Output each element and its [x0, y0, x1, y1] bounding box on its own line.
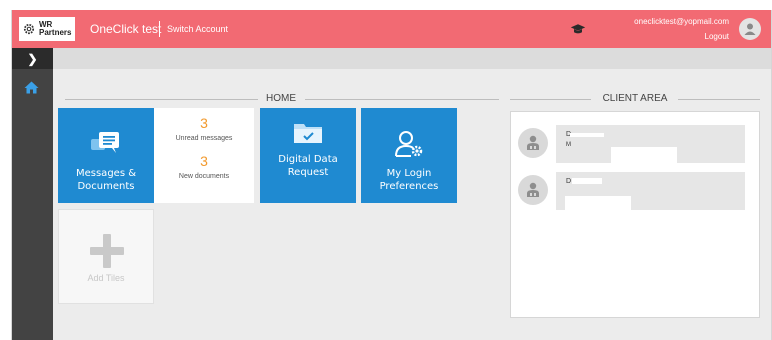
contact-role: M — [566, 142, 571, 148]
add-tiles-label: Add Tiles — [87, 273, 125, 283]
toolbar-strip: ❯ — [12, 48, 771, 69]
folder-check-icon — [294, 124, 322, 143]
redaction — [611, 147, 677, 163]
digital-data-request-label: Digital Data Request — [278, 154, 338, 178]
plus-icon — [90, 234, 124, 268]
client-rule-left — [510, 99, 591, 100]
sidebar — [12, 69, 53, 340]
app-name: OneClick test — [90, 22, 162, 36]
contact-info: D — [556, 172, 745, 212]
app-window: WR Partners OneClick test Switch Account… — [11, 10, 772, 340]
user-icon — [744, 23, 756, 35]
home-rule-left — [65, 99, 258, 100]
login-preferences-label: My Login Preferences — [379, 168, 439, 192]
logo-text-line2: Partners — [39, 28, 72, 37]
user-avatar[interactable] — [739, 18, 761, 40]
home-rule-right — [305, 99, 499, 100]
logout-link[interactable]: Logout — [705, 32, 729, 41]
client-area-title: CLIENT AREA — [602, 93, 668, 104]
header-divider — [159, 21, 160, 37]
top-header: WR Partners OneClick test Switch Account… — [12, 10, 771, 48]
user-settings-icon — [395, 131, 423, 157]
unread-messages-label: Unread messages — [175, 135, 233, 142]
client-rule-right — [678, 99, 760, 100]
sidebar-toggle-button[interactable]: ❯ — [12, 48, 53, 69]
logo-text: WR Partners — [39, 21, 71, 37]
messages-documents-tile[interactable]: Messages & Documents — [58, 108, 154, 203]
counts-panel: 3 Unread messages 3 New documents — [154, 108, 254, 203]
chevron-right-icon: ❯ — [27, 51, 38, 66]
user-email: oneclicktest@yopmail.com — [634, 17, 729, 26]
contact-info: D M — [556, 125, 745, 163]
contact-avatar — [518, 128, 548, 158]
add-tiles-button[interactable]: Add Tiles — [58, 209, 154, 304]
login-preferences-tile[interactable]: My Login Preferences — [361, 108, 457, 203]
contact-avatar — [518, 175, 548, 205]
chat-icon — [91, 132, 119, 153]
digital-data-request-tile[interactable]: Digital Data Request — [260, 108, 356, 203]
company-logo[interactable]: WR Partners — [19, 17, 75, 41]
new-documents-label: New documents — [178, 173, 230, 180]
contact-card[interactable]: D — [511, 172, 761, 214]
switch-account-link[interactable]: Switch Account — [167, 24, 228, 34]
client-area-card: D M D — [510, 111, 760, 318]
redaction — [570, 133, 604, 137]
person-icon — [527, 182, 539, 197]
redaction — [565, 196, 631, 212]
messages-documents-label: Messages & Documents — [75, 168, 136, 192]
home-icon[interactable] — [24, 81, 39, 94]
contact-name: D — [566, 178, 572, 185]
graduation-cap-icon[interactable] — [570, 23, 586, 35]
redaction — [572, 178, 602, 184]
home-section-title: HOME — [266, 93, 296, 104]
person-icon — [527, 135, 539, 150]
new-documents-count[interactable]: 3 — [154, 153, 254, 169]
contact-card[interactable]: D M — [511, 125, 761, 167]
unread-messages-count[interactable]: 3 — [154, 115, 254, 131]
gear-logo-icon — [23, 23, 35, 35]
